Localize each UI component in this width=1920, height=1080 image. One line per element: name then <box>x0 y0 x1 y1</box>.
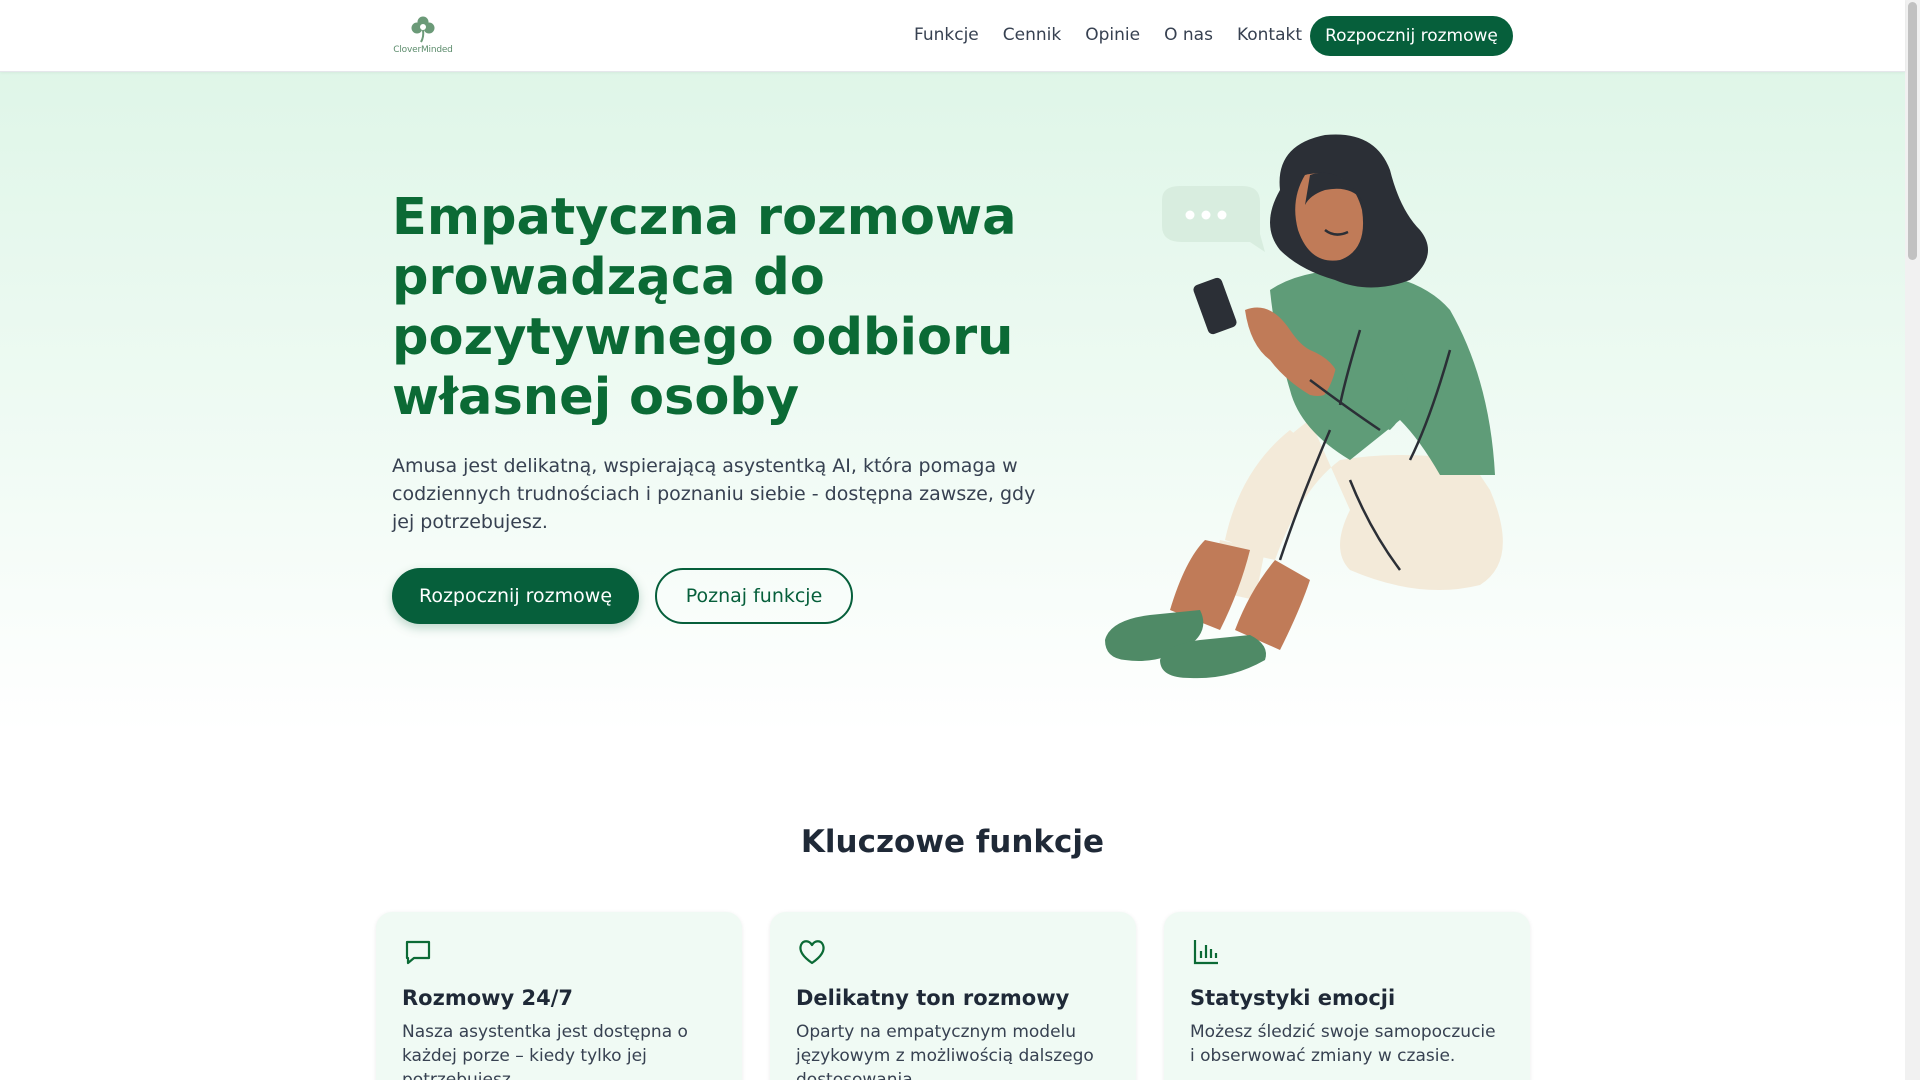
header-start-chat-button[interactable]: Rozpocznij rozmowę <box>1310 16 1513 56</box>
logo-text: CloverMinded <box>393 45 453 55</box>
nav-link-cennik[interactable]: Cennik <box>1003 22 1061 48</box>
feature-card-emotion-stats: Statystyki emocji Możesz śledzić swoje s… <box>1164 912 1530 1080</box>
hero-explore-features-button[interactable]: Poznaj funkcje <box>655 568 853 624</box>
logo[interactable]: CloverMinded <box>392 14 454 58</box>
feature-card-gentle-tone: Delikatny ton rozmowy Oparty na empatycz… <box>770 912 1136 1080</box>
heart-icon <box>799 940 825 965</box>
main-nav: Funkcje Cennik Opinie O nas Kontakt <box>914 22 1302 48</box>
site-header: CloverMinded Funkcje Cennik Opinie O nas… <box>0 0 1905 72</box>
feature-card-text: Oparty na empatycznym modelu językowym z… <box>796 1022 1094 1080</box>
feature-card-title: Rozmowy 24/7 <box>402 986 574 1010</box>
page-scrollbar[interactable] <box>1905 0 1920 1080</box>
woman-with-phone-illustration <box>1105 134 1503 679</box>
hero-subtitle: Amusa jest delikatną, wspierającą asyste… <box>392 455 1036 533</box>
feature-card-24-7: Rozmowy 24/7 Nasza asystentka jest dostę… <box>376 912 742 1080</box>
clover-logo-icon <box>411 16 435 43</box>
nav-link-kontakt[interactable]: Kontakt <box>1237 22 1302 48</box>
feature-card-title: Statystyki emocji <box>1190 986 1396 1010</box>
chat-bubble-icon <box>405 940 431 965</box>
bar-chart-icon <box>1193 940 1218 965</box>
speech-bubble-icon <box>1162 186 1265 252</box>
hero-title: Empatyczna rozmowa prowadząca do pozytyw… <box>392 188 1017 427</box>
feature-card-title: Delikatny ton rozmowy <box>796 986 1070 1010</box>
scrollbar-thumb[interactable] <box>1908 2 1917 260</box>
nav-link-o-nas[interactable]: O nas <box>1164 22 1213 48</box>
feature-card-text: Możesz śledzić swoje samopoczucie i obse… <box>1190 1022 1496 1066</box>
nav-link-funkcje[interactable]: Funkcje <box>914 22 979 48</box>
feature-card-text: Nasza asystentka jest dostępna o każdej … <box>402 1022 688 1080</box>
nav-link-opinie[interactable]: Opinie <box>1085 22 1140 48</box>
hero-start-chat-button[interactable]: Rozpocznij rozmowę <box>392 568 639 624</box>
features-title: Kluczowe funkcje <box>800 824 1105 860</box>
